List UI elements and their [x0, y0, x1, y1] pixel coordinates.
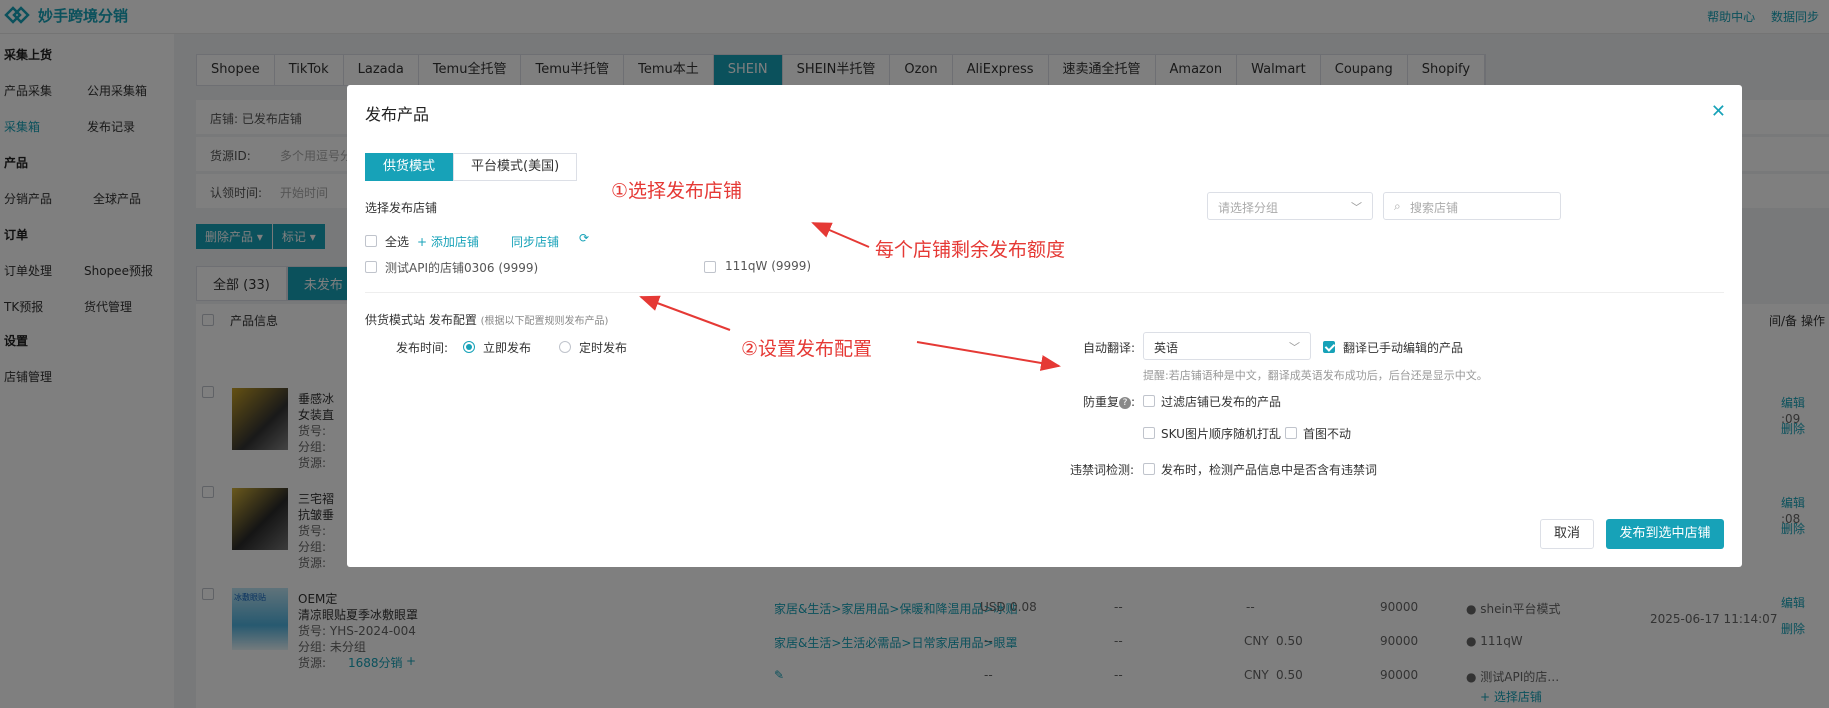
dedup-filter-checkbox[interactable]	[1143, 395, 1155, 407]
arrow-to-dedup	[916, 341, 1061, 371]
publish-now-radio[interactable]	[463, 341, 475, 353]
store-option[interactable]: 测试API的店铺0306 (9999)	[385, 259, 538, 276]
publish-dialog: 发布产品 ✕ 供货模式 平台模式(美国) 选择发布店铺 请选择分组 ﹀ ⌕ 搜索…	[347, 85, 1742, 567]
translate-hint: 提醒:若店铺语种是中文，翻译成英语发布成功后，后台还是显示中文。	[1143, 369, 1488, 382]
add-store-link[interactable]: + 添加店铺	[417, 233, 479, 250]
config-note: (根据以下配置规则发布产品)	[480, 316, 609, 327]
publish-scheduled-label[interactable]: 定时发布	[579, 339, 627, 356]
dialog-title: 发布产品	[365, 105, 430, 124]
translate-language-select[interactable]: 英语 ﹀	[1143, 332, 1311, 360]
store-checkbox[interactable]	[365, 261, 377, 273]
config-title: 供货模式站 发布配置 (根据以下配置规则发布产品)	[365, 313, 609, 327]
chevron-down-icon: ﹀	[1351, 201, 1362, 214]
first-image-label[interactable]: 首图不动	[1303, 425, 1351, 442]
store-search-input[interactable]: ⌕ 搜索店铺	[1383, 192, 1561, 220]
banned-word-check-label[interactable]: 发布时，检测产品信息中是否含有违禁词	[1161, 461, 1377, 478]
publish-time-label: 发布时间:	[396, 341, 449, 355]
sync-store-link[interactable]: 同步店铺	[511, 233, 559, 250]
store-option[interactable]: 111qW (9999)	[725, 259, 811, 273]
translate-edited-label[interactable]: 翻译已手动编辑的产品	[1343, 339, 1463, 356]
dedup-filter-label[interactable]: 过滤店铺已发布的产品	[1161, 393, 1281, 410]
arrow-to-store	[811, 222, 870, 248]
translate-edited-checkbox[interactable]	[1323, 341, 1335, 353]
mode-supply-button[interactable]: 供货模式	[365, 153, 454, 181]
publish-to-store-button[interactable]: 发布到选中店铺	[1606, 519, 1724, 549]
store-search-placeholder: 搜索店铺	[1410, 201, 1459, 215]
banned-word-checkbox[interactable]	[1143, 463, 1155, 475]
close-icon[interactable]: ✕	[1711, 101, 1726, 122]
search-icon: ⌕	[1394, 199, 1401, 213]
select-store-label: 选择发布店铺	[365, 201, 438, 215]
store-checkbox[interactable]	[704, 261, 716, 273]
annotation-quota: 每个店铺剩余发布额度	[875, 239, 1066, 261]
publish-scheduled-radio[interactable]	[559, 341, 571, 353]
sku-shuffle-label[interactable]: SKU图片顺序随机打乱	[1161, 425, 1281, 442]
banned-word-label: 违禁词检测:	[1070, 463, 1135, 477]
translate-language-value: 英语	[1154, 341, 1179, 355]
select-all-checkbox[interactable]	[365, 235, 377, 247]
mode-switch: 供货模式 平台模式(美国)	[365, 153, 578, 181]
cancel-button[interactable]: 取消	[1540, 519, 1594, 549]
annotation-step1: ①选择发布店铺	[611, 180, 743, 202]
dedup-label: 防重复?:	[1083, 395, 1136, 409]
refresh-icon[interactable]: ⟳	[579, 231, 589, 245]
annotation-step2: ②设置发布配置	[741, 338, 873, 360]
publish-now-label[interactable]: 立即发布	[483, 339, 531, 356]
help-icon[interactable]: ?	[1119, 396, 1132, 409]
section-divider	[365, 292, 1724, 293]
select-all-label[interactable]: 全选	[385, 233, 409, 250]
arrow-to-publish-time	[639, 295, 731, 331]
mode-platform-button[interactable]: 平台模式(美国)	[453, 153, 578, 181]
group-select-placeholder: 请选择分组	[1218, 201, 1279, 215]
sku-shuffle-checkbox[interactable]	[1143, 427, 1155, 439]
group-select[interactable]: 请选择分组 ﹀	[1207, 192, 1373, 220]
first-image-checkbox[interactable]	[1285, 427, 1297, 439]
auto-translate-label: 自动翻译:	[1083, 341, 1136, 355]
chevron-down-icon: ﹀	[1289, 341, 1300, 354]
